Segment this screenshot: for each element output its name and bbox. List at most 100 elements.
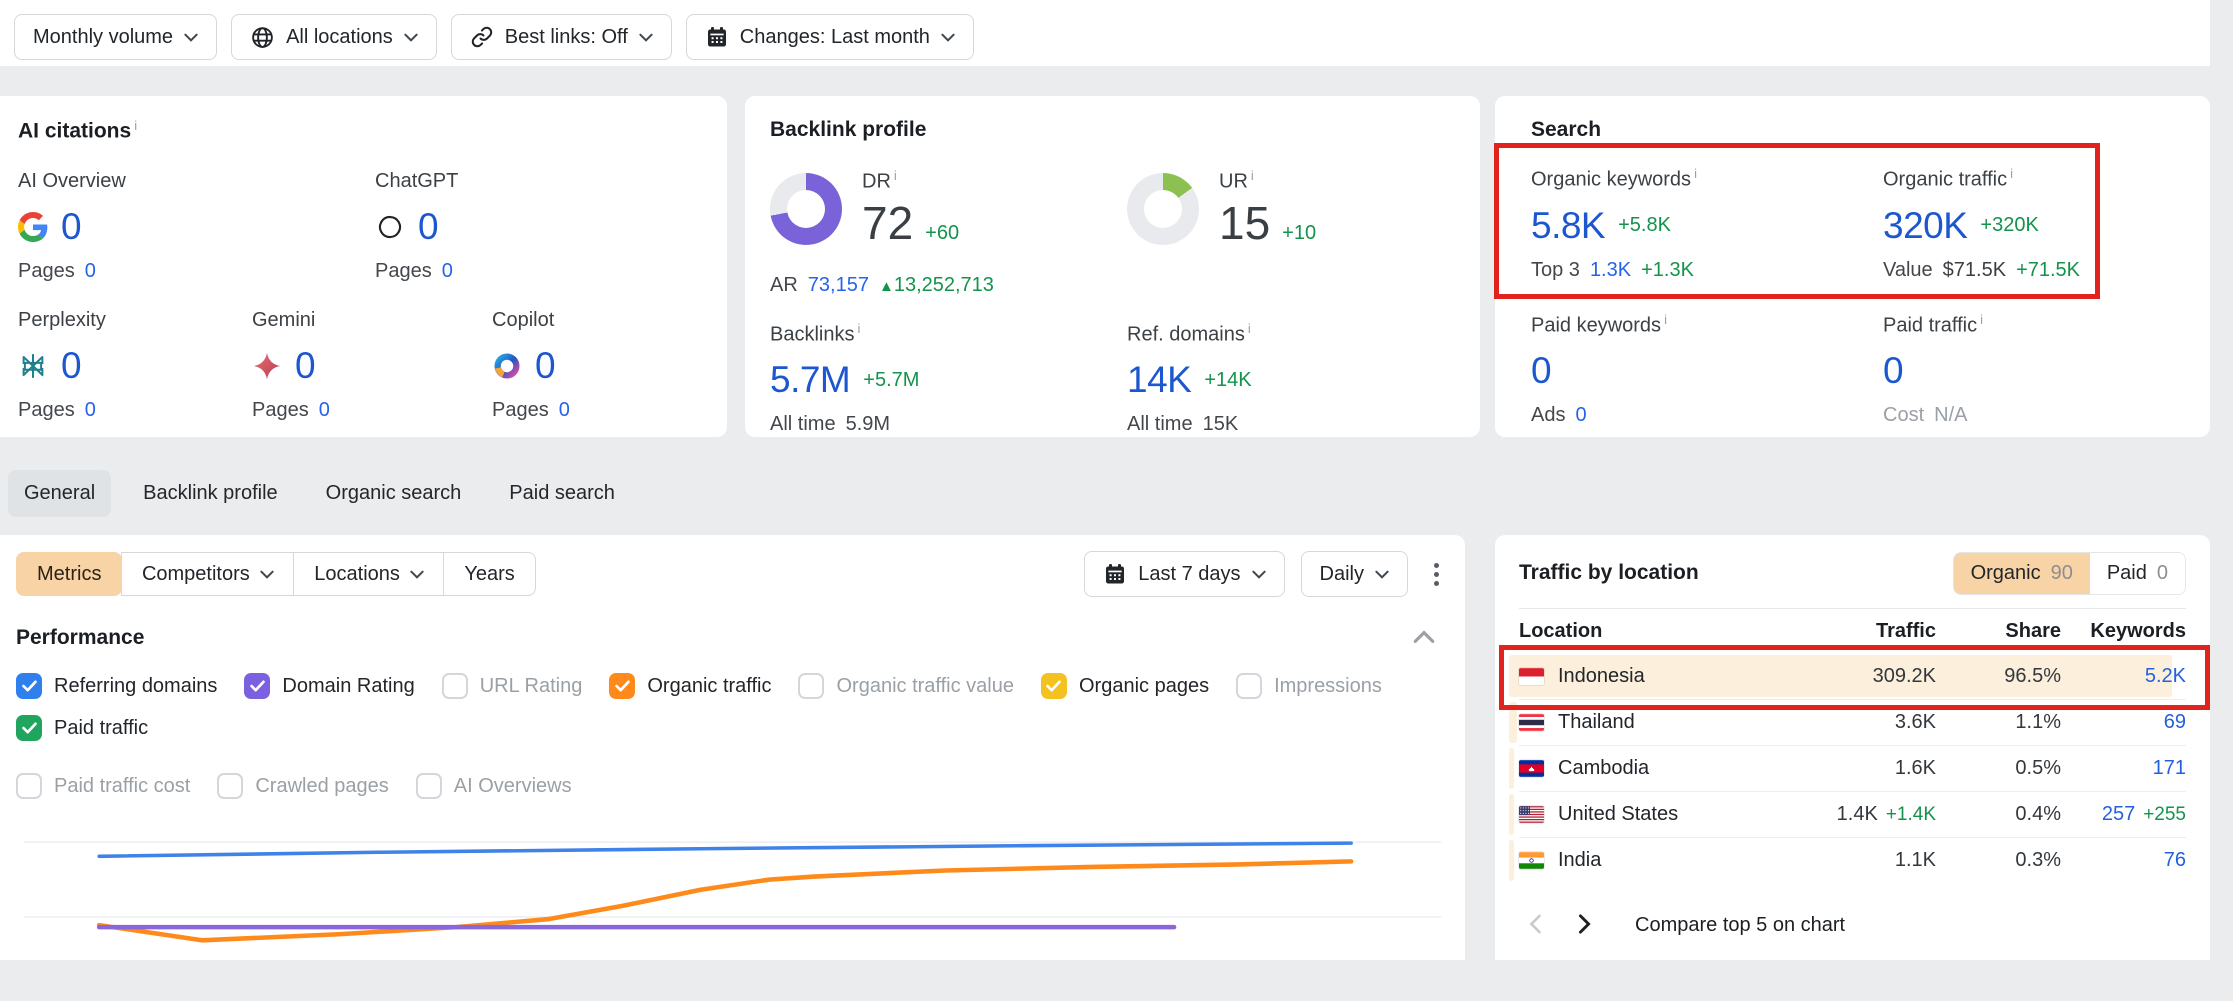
- changes-label: Changes: Last month: [740, 26, 930, 49]
- granularity-dropdown[interactable]: Daily: [1301, 551, 1408, 597]
- top3-link[interactable]: 1.3K: [1590, 259, 1631, 282]
- checkbox-unchecked-icon[interactable]: [1236, 673, 1262, 699]
- pages-link[interactable]: 0: [319, 399, 330, 422]
- checkbox-checked-icon[interactable]: [1041, 673, 1067, 699]
- location-table: Indonesia309.2K96.5%5.2KThailand3.6K1.1%…: [1519, 653, 2186, 883]
- checkbox-unchecked-icon[interactable]: [798, 673, 824, 699]
- location-row-cambodia[interactable]: Cambodia1.6K0.5%171: [1519, 745, 2186, 791]
- checkbox-label: Organic pages: [1079, 675, 1209, 698]
- performance-line-chart[interactable]: [16, 829, 1449, 1001]
- metric-checkbox-paid-traffic[interactable]: Paid traffic: [16, 715, 148, 741]
- pages-link[interactable]: 0: [85, 260, 96, 283]
- metric-checkbox-organic-traffic[interactable]: Organic traffic: [609, 673, 771, 699]
- checkbox-checked-icon[interactable]: [16, 715, 42, 741]
- checkbox-label: Impressions: [1274, 675, 1382, 698]
- gemini-metric: Gemini 0 Pages0: [252, 309, 492, 422]
- toggle-organic[interactable]: Organic90: [1954, 553, 2090, 594]
- checkbox-unchecked-icon[interactable]: [16, 773, 42, 799]
- date-range-dropdown[interactable]: Last 7 days: [1084, 551, 1284, 597]
- info-icon[interactable]: i: [134, 118, 137, 133]
- tab-backlink-profile[interactable]: Backlink profile: [127, 470, 294, 517]
- info-icon[interactable]: i: [1664, 312, 1667, 327]
- segment-locations[interactable]: Locations: [293, 552, 445, 596]
- ref-domains-metric: Ref. domainsi 14K+14K All time15K: [1127, 321, 1252, 437]
- changes-dropdown[interactable]: Changes: Last month: [686, 14, 974, 60]
- info-icon[interactable]: i: [857, 321, 860, 336]
- more-options-button[interactable]: [1424, 555, 1449, 594]
- copilot-count[interactable]: 0: [535, 345, 555, 387]
- best-links-dropdown[interactable]: Best links: Off: [451, 14, 672, 60]
- pages-link[interactable]: 0: [442, 260, 453, 283]
- dr-value: 72: [862, 196, 913, 250]
- best-links-label: Best links: Off: [505, 26, 628, 49]
- backlinks-value[interactable]: 5.7M: [770, 359, 850, 401]
- ai-overview-count[interactable]: 0: [61, 206, 81, 248]
- metric-checkbox-impressions[interactable]: Impressions: [1236, 673, 1382, 699]
- info-icon[interactable]: i: [894, 168, 897, 183]
- keywords-link[interactable]: 257: [2102, 803, 2135, 825]
- ads-link[interactable]: 0: [1575, 404, 1586, 427]
- metric-checkbox-organic-pages[interactable]: Organic pages: [1041, 673, 1209, 699]
- tab-paid-search[interactable]: Paid search: [493, 470, 631, 517]
- location-row-india[interactable]: India1.1K0.3%76: [1519, 837, 2186, 883]
- keywords-link[interactable]: 76: [2164, 849, 2186, 871]
- checkbox-checked-icon[interactable]: [609, 673, 635, 699]
- perplexity-count[interactable]: 0: [61, 345, 81, 387]
- cambodia-flag-icon: [1519, 760, 1544, 777]
- toggle-paid[interactable]: Paid0: [2090, 553, 2185, 594]
- metric-checkbox-ai-overviews[interactable]: AI Overviews: [416, 773, 572, 799]
- next-page-button[interactable]: [1568, 907, 1601, 944]
- keywords-link[interactable]: 5.2K: [2145, 665, 2186, 687]
- collapse-section-button[interactable]: [1413, 630, 1435, 647]
- checkbox-checked-icon[interactable]: [16, 673, 42, 699]
- metric-checkbox-referring-domains[interactable]: Referring domains: [16, 673, 217, 699]
- segment-competitors[interactable]: Competitors: [121, 552, 295, 596]
- segment-years[interactable]: Years: [443, 552, 535, 596]
- column-keywords: Keywords: [2061, 620, 2186, 643]
- segment-metrics[interactable]: Metrics: [16, 552, 122, 596]
- paid-traffic-value[interactable]: 0: [1883, 350, 1903, 392]
- compare-top5-button[interactable]: Compare top 5 on chart: [1635, 914, 1845, 937]
- info-icon[interactable]: i: [1248, 321, 1251, 336]
- column-traffic: Traffic: [1726, 620, 1936, 643]
- metric-checkbox-paid-traffic-cost[interactable]: Paid traffic cost: [16, 773, 190, 799]
- chart-mode-segmented-control: Metrics Competitors Locations Years: [16, 552, 536, 596]
- ref-domains-value[interactable]: 14K: [1127, 359, 1191, 401]
- locations-dropdown[interactable]: All locations: [231, 14, 437, 60]
- metric-checkbox-domain-rating[interactable]: Domain Rating: [244, 673, 414, 699]
- tab-organic-search[interactable]: Organic search: [310, 470, 478, 517]
- organic-traffic-value[interactable]: 320K: [1883, 205, 1967, 247]
- gemini-count[interactable]: 0: [295, 345, 315, 387]
- keywords-link[interactable]: 69: [2164, 711, 2186, 733]
- keywords-link[interactable]: 171: [2153, 757, 2186, 779]
- organic-keywords-value[interactable]: 5.8K: [1531, 205, 1605, 247]
- domain-overview-page: Monthly volume All locations Best links:…: [0, 0, 2233, 960]
- location-row-thailand[interactable]: Thailand3.6K1.1%69: [1519, 699, 2186, 745]
- monthly-volume-dropdown[interactable]: Monthly volume: [14, 14, 217, 60]
- checkbox-checked-icon[interactable]: [244, 673, 270, 699]
- chatgpt-count[interactable]: 0: [418, 206, 438, 248]
- chevron-down-icon: [941, 33, 955, 42]
- ar-value-link[interactable]: 73,157: [808, 274, 869, 297]
- metric-checkbox-url-rating[interactable]: URL Rating: [442, 673, 583, 699]
- column-location: Location: [1519, 620, 1726, 643]
- pages-link[interactable]: 0: [85, 399, 96, 422]
- checkbox-unchecked-icon[interactable]: [217, 773, 243, 799]
- info-icon[interactable]: i: [1694, 166, 1697, 181]
- info-icon[interactable]: i: [1980, 312, 1983, 327]
- search-title: Search: [1531, 118, 1601, 141]
- locations-label: All locations: [286, 26, 393, 49]
- location-row-united-states[interactable]: United States1.4K+1.4K0.4%257+255: [1519, 791, 2186, 837]
- location-row-indonesia[interactable]: Indonesia309.2K96.5%5.2K: [1519, 653, 2186, 699]
- paid-keywords-value[interactable]: 0: [1531, 350, 1551, 392]
- checkbox-unchecked-icon[interactable]: [416, 773, 442, 799]
- pages-link[interactable]: 0: [559, 399, 570, 422]
- tab-general[interactable]: General: [8, 470, 111, 517]
- info-icon[interactable]: i: [2010, 166, 2013, 181]
- previous-page-button[interactable]: [1519, 907, 1552, 944]
- traffic-cell: 309.2K: [1726, 665, 1936, 688]
- metric-checkbox-crawled-pages[interactable]: Crawled pages: [217, 773, 388, 799]
- info-icon[interactable]: i: [1251, 168, 1254, 183]
- metric-checkbox-organic-traffic-value[interactable]: Organic traffic value: [798, 673, 1014, 699]
- checkbox-unchecked-icon[interactable]: [442, 673, 468, 699]
